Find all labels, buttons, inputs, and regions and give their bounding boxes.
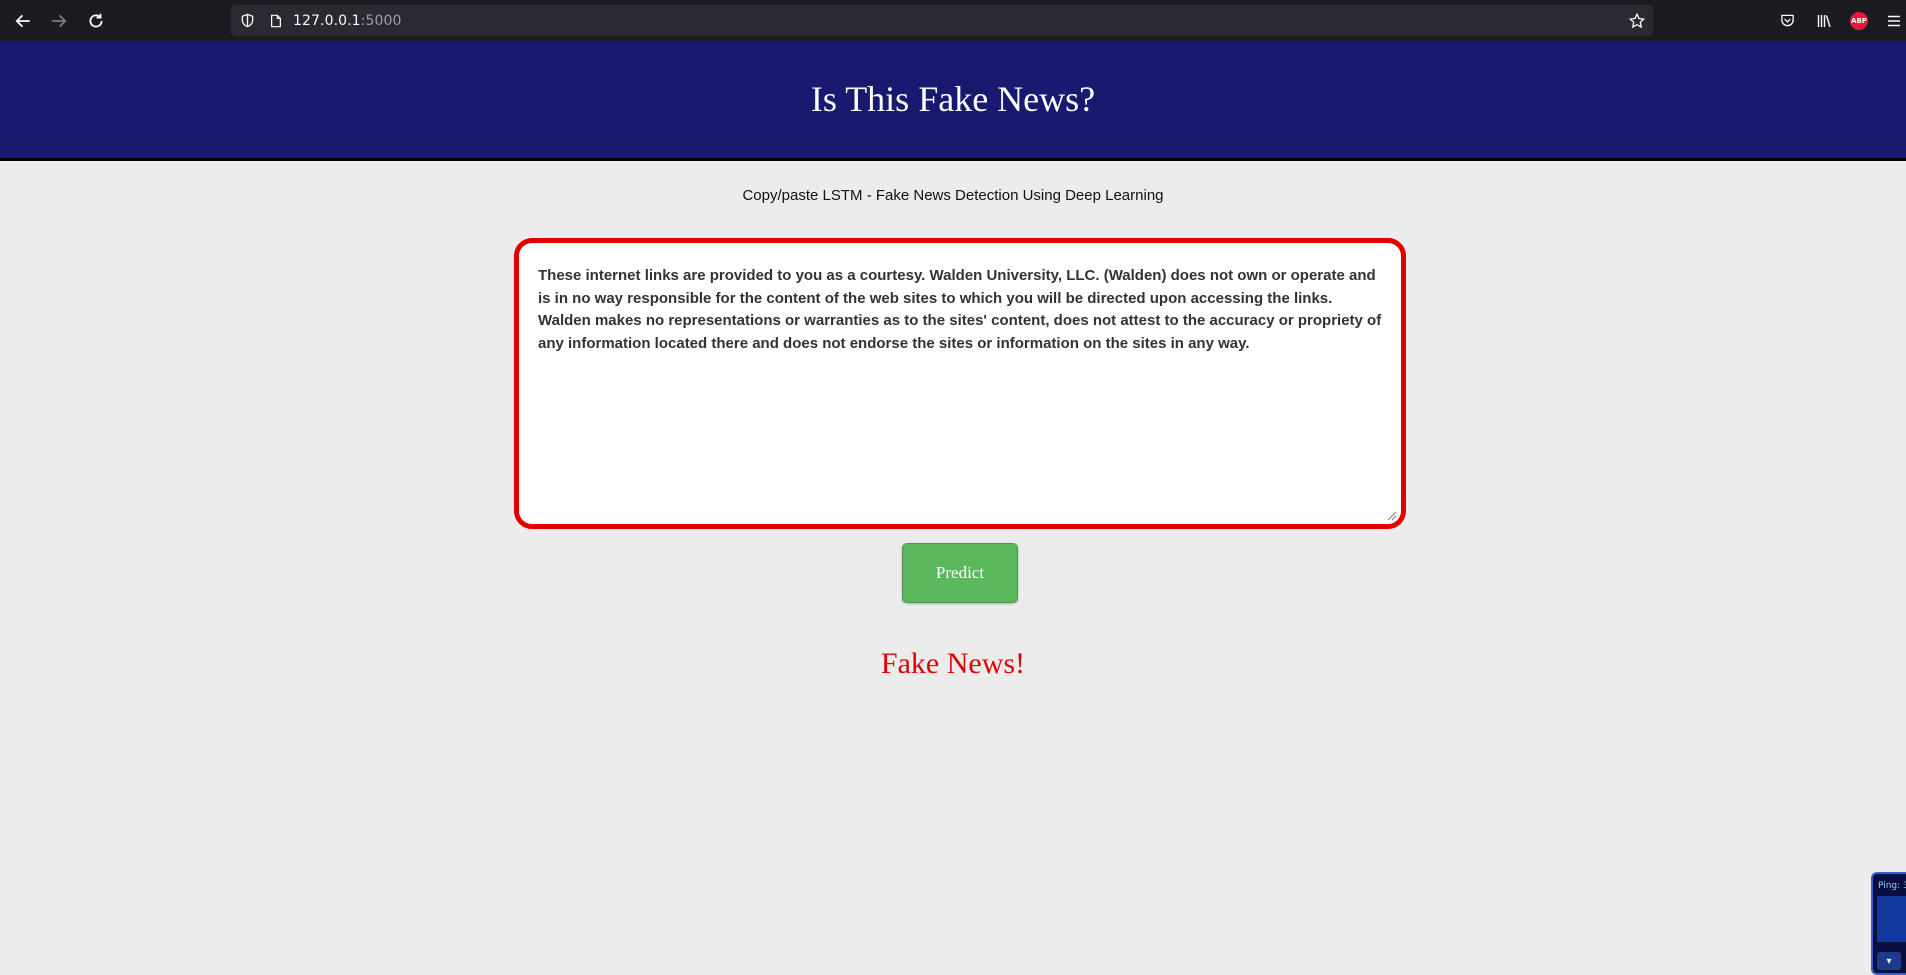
ping-label: Ping: 3 [1878, 881, 1906, 891]
page-title: Is This Fake News? [810, 78, 1096, 119]
library-icon[interactable] [1814, 11, 1833, 30]
ping-graph [1877, 896, 1906, 942]
url-host: 127.0.0.1 [293, 13, 361, 29]
chevron-down-icon[interactable]: ▾ [1877, 952, 1901, 970]
address-bar[interactable]: 127.0.0.1:5000 [231, 5, 1653, 36]
page-header: Is This Fake News? [0, 41, 1906, 161]
url-port: :5000 [360, 13, 402, 29]
shield-icon[interactable] [239, 12, 256, 29]
forward-icon[interactable] [47, 9, 71, 33]
bookmark-star-icon[interactable] [1627, 11, 1646, 30]
news-text-content[interactable]: These internet links are provided to you… [538, 265, 1382, 355]
page-info-icon[interactable] [267, 12, 284, 29]
predict-button[interactable]: Predict [902, 543, 1018, 603]
menu-icon[interactable] [1884, 11, 1903, 30]
adblock-extension-icon[interactable]: ABP [1850, 12, 1868, 30]
reload-icon[interactable] [84, 9, 108, 33]
prediction-result: Fake News! [880, 647, 1026, 680]
page-subtitle: Copy/paste LSTM - Fake News Detection Us… [742, 187, 1164, 204]
browser-toolbar: 127.0.0.1:5000 ABP [0, 0, 1906, 41]
news-text-input[interactable]: These internet links are provided to you… [514, 238, 1406, 529]
back-icon[interactable] [11, 9, 35, 33]
ping-widget[interactable]: Ping: 3 ▾ [1871, 872, 1906, 975]
url-text[interactable]: 127.0.0.1:5000 [293, 13, 402, 29]
adblock-badge-text: ABP [1851, 17, 1867, 25]
pocket-icon[interactable] [1778, 11, 1797, 30]
resize-handle-icon[interactable] [1385, 508, 1397, 521]
